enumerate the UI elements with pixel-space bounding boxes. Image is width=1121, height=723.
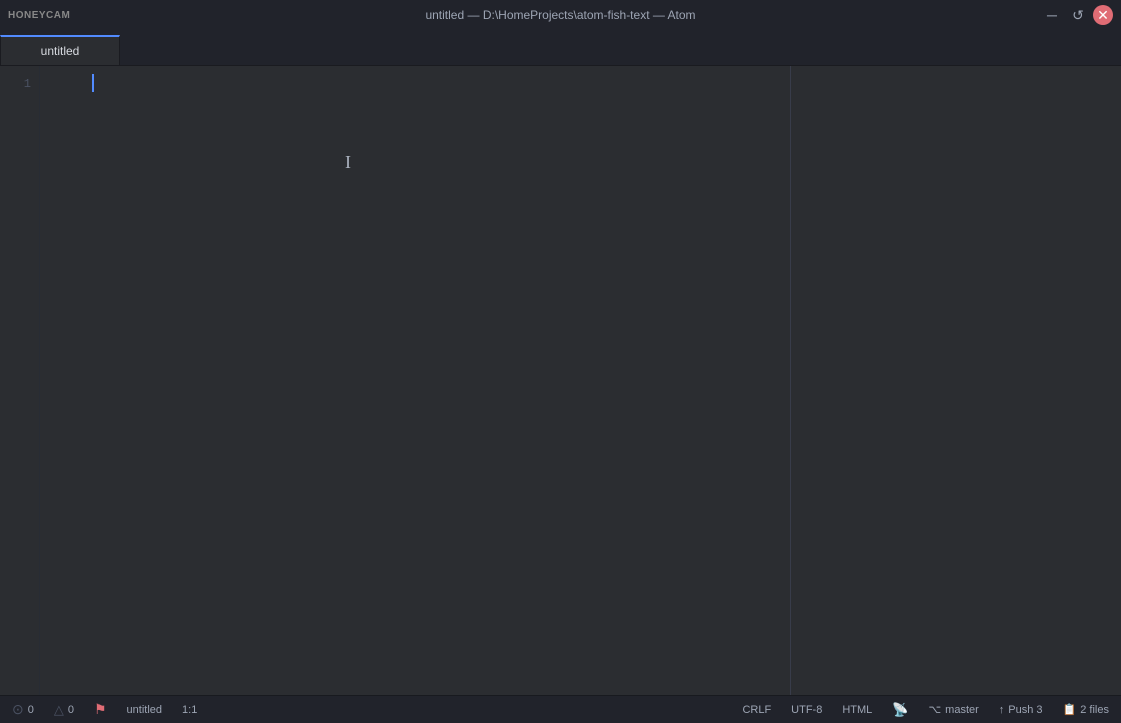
editor-container: 1 I: [0, 66, 1121, 695]
status-error-flag[interactable]: ⚑: [90, 699, 111, 720]
title-bar-controls: ─ ↺ ✕: [1041, 4, 1113, 26]
status-encoding[interactable]: UTF-8: [787, 702, 826, 718]
encoding-label: UTF-8: [791, 704, 822, 716]
status-branch[interactable]: ⌥ master: [924, 701, 982, 718]
status-bullet-icon[interactable]: ⊙ 0: [8, 699, 38, 720]
status-language[interactable]: HTML: [838, 702, 876, 718]
status-cursor-position[interactable]: 1:1: [178, 702, 201, 718]
warning-count: 0: [68, 704, 74, 716]
title-bar: HONEYCAM untitled — D:\HomeProjects\atom…: [0, 0, 1121, 30]
git-branch-icon: ⌥: [928, 703, 941, 716]
filename-label: untitled: [127, 704, 162, 716]
branch-name: master: [945, 704, 979, 716]
title-bar-left: HONEYCAM: [8, 10, 70, 21]
files-label: 2 files: [1080, 704, 1109, 716]
error-count: 0: [28, 704, 34, 716]
app-logo: HONEYCAM: [8, 10, 70, 21]
status-broadcast[interactable]: 📡: [888, 700, 912, 720]
status-push[interactable]: ↑ Push 3: [995, 702, 1047, 718]
close-button[interactable]: ✕: [1093, 5, 1113, 25]
status-line-ending[interactable]: CRLF: [738, 702, 775, 718]
editor-vertical-divider: [790, 66, 791, 695]
line-number-1: 1: [24, 74, 31, 94]
push-icon: ↑: [999, 704, 1005, 716]
files-icon: 📋: [1063, 703, 1077, 716]
line-numbers: 1: [0, 66, 40, 695]
text-cursor-blink: [92, 74, 94, 92]
status-bar: ⊙ 0 △ 0 ⚑ untitled 1:1 CRLF UTF-8 HTML 📡: [0, 695, 1121, 723]
line-ending-label: CRLF: [742, 704, 771, 716]
status-warning-icon[interactable]: △ 0: [50, 700, 78, 720]
cursor-shape: I: [345, 152, 351, 173]
circle-icon: ⊙: [12, 701, 24, 718]
push-label: Push 3: [1008, 704, 1042, 716]
tab-untitled[interactable]: untitled: [0, 35, 120, 65]
tab-label: untitled: [41, 44, 80, 58]
cursor-position-label: 1:1: [182, 704, 197, 716]
language-label: HTML: [842, 704, 872, 716]
flag-icon: ⚑: [94, 701, 107, 718]
triangle-icon: △: [54, 702, 64, 718]
refresh-button[interactable]: ↺: [1067, 4, 1089, 26]
status-left: ⊙ 0 △ 0 ⚑ untitled 1:1: [8, 699, 201, 720]
editor-content[interactable]: I: [40, 66, 1121, 695]
broadcast-icon: 📡: [892, 702, 908, 718]
minimize-button[interactable]: ─: [1041, 4, 1063, 26]
tab-bar: untitled: [0, 30, 1121, 66]
window-title: untitled — D:\HomeProjects\atom-fish-tex…: [425, 8, 695, 22]
status-filename[interactable]: untitled: [123, 702, 166, 718]
status-right: CRLF UTF-8 HTML 📡 ⌥ master ↑ Push 3 📋 2 …: [738, 700, 1113, 720]
status-files[interactable]: 📋 2 files: [1059, 701, 1113, 718]
